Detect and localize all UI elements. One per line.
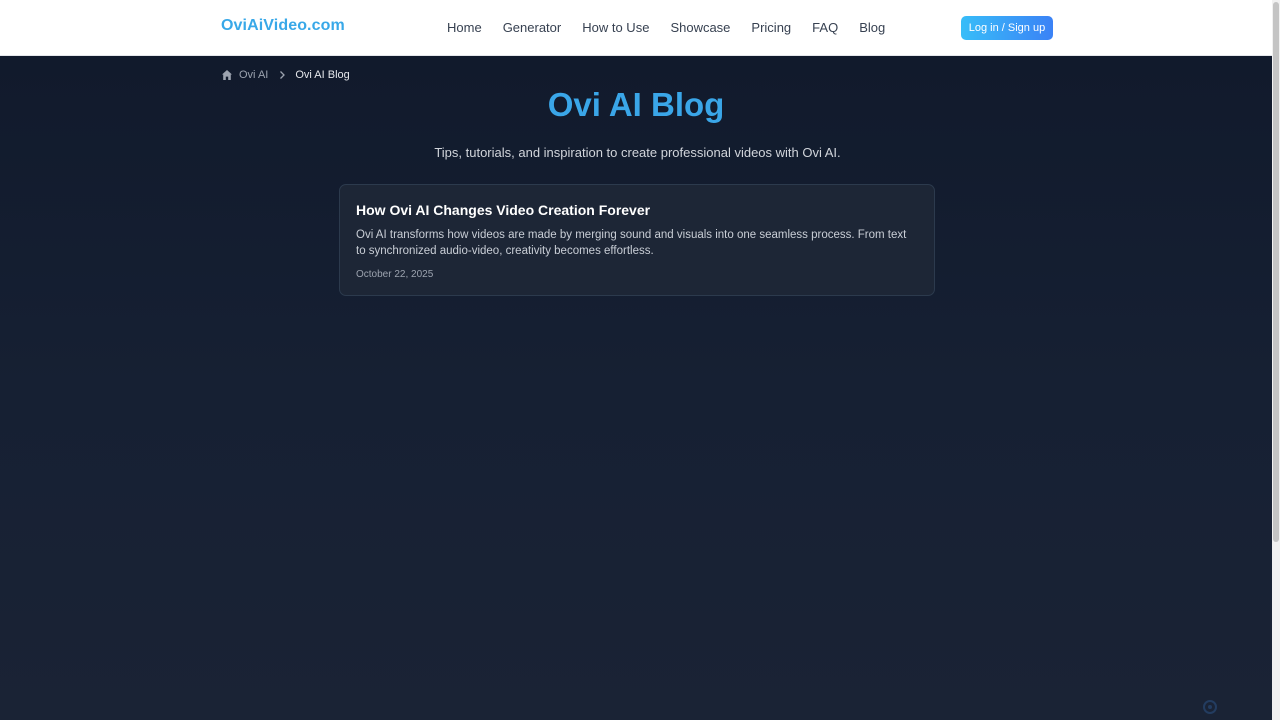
breadcrumb-current: Ovi AI Blog bbox=[295, 69, 350, 81]
nav-pricing[interactable]: Pricing bbox=[751, 20, 791, 35]
chat-widget-icon[interactable] bbox=[1203, 700, 1217, 714]
nav-blog[interactable]: Blog bbox=[859, 20, 885, 35]
nav-faq[interactable]: FAQ bbox=[812, 20, 838, 35]
nav-generator[interactable]: Generator bbox=[503, 20, 562, 35]
nav-showcase[interactable]: Showcase bbox=[670, 20, 730, 35]
scrollbar-thumb[interactable] bbox=[1273, 2, 1279, 542]
main-nav: Home Generator How to Use Showcase Prici… bbox=[447, 20, 885, 35]
nav-how-to-use[interactable]: How to Use bbox=[582, 20, 649, 35]
post-title[interactable]: How Ovi AI Changes Video Creation Foreve… bbox=[356, 202, 918, 218]
blog-post-card[interactable]: How Ovi AI Changes Video Creation Foreve… bbox=[339, 184, 935, 296]
site-header: OviAiVideo.com Home Generator How to Use… bbox=[0, 0, 1272, 56]
page-subtitle: Tips, tutorials, and inspiration to crea… bbox=[434, 145, 841, 160]
nav-home[interactable]: Home bbox=[447, 20, 482, 35]
home-icon[interactable] bbox=[221, 69, 233, 81]
post-date: October 22, 2025 bbox=[356, 269, 434, 280]
chevron-right-icon bbox=[280, 71, 286, 79]
login-signup-button[interactable]: Log in / Sign up bbox=[961, 16, 1053, 40]
page-title: Ovi AI Blog bbox=[547, 86, 725, 123]
post-excerpt: Ovi AI transforms how videos are made by… bbox=[356, 229, 907, 257]
breadcrumb: Ovi AI Ovi AI Blog bbox=[221, 69, 350, 81]
breadcrumb-root[interactable]: Ovi AI bbox=[239, 69, 268, 81]
main-content: Ovi AI Ovi AI Blog Ovi AI Blog Tips, tut… bbox=[0, 56, 1272, 720]
site-logo[interactable]: OviAiVideo.com bbox=[221, 17, 345, 35]
